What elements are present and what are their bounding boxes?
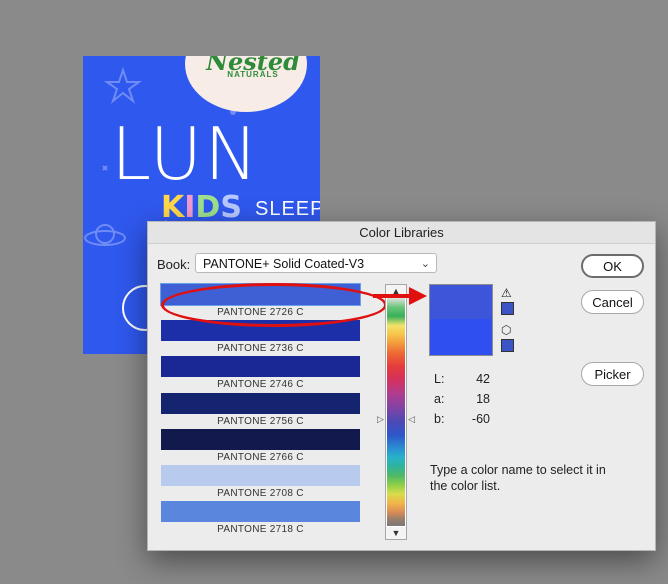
book-select-value: PANTONE+ Solid Coated-V3 — [203, 257, 365, 271]
swatch-item[interactable]: PANTONE 2746 C — [159, 356, 362, 392]
swatch-list[interactable]: PANTONE 2726 C PANTONE 2736 C PANTONE 27… — [159, 283, 387, 540]
swatch-name: PANTONE 2726 C — [217, 307, 304, 318]
spectrum-bar[interactable] — [387, 298, 405, 526]
kids-letter: S — [220, 190, 242, 225]
artwork-kids-text: KIDS — [161, 192, 242, 224]
kids-letter: I — [184, 190, 196, 225]
swatch-item[interactable]: PANTONE 2726 C — [159, 283, 362, 320]
swatch-chip — [161, 356, 360, 377]
swatch-name: PANTONE 2708 C — [217, 488, 304, 499]
new-color-preview — [430, 285, 492, 319]
picker-button[interactable]: Picker — [581, 362, 644, 386]
kids-letter: K — [161, 190, 185, 225]
swatch-chip — [161, 465, 360, 486]
swatch-chip — [160, 283, 361, 306]
dialog-title: Color Libraries — [148, 222, 655, 244]
swatch-name: PANTONE 2766 C — [217, 452, 304, 463]
gamut-warning-swatch[interactable] — [501, 302, 514, 315]
swatch-item[interactable]: PANTONE 2736 C — [159, 320, 362, 356]
web-safe-cube-icon[interactable]: ⬡ — [501, 323, 511, 337]
original-color-preview — [430, 319, 492, 355]
swatch-item[interactable]: PANTONE 2708 C — [159, 465, 362, 501]
swatch-chip — [161, 320, 360, 341]
artwork-title: LUN — [111, 112, 261, 196]
chevron-down-icon: ⌄ — [420, 258, 430, 270]
swatch-item[interactable]: PANTONE 2766 C — [159, 429, 362, 465]
swatch-item[interactable]: PANTONE 2718 C — [159, 501, 362, 537]
lab-b-label: b: — [434, 412, 445, 426]
lab-l-label: L: — [434, 372, 445, 386]
lab-b-value: -60 — [471, 412, 490, 426]
lab-a-label: a: — [434, 392, 445, 406]
kids-letter: D — [195, 190, 221, 225]
swatch-chip — [161, 501, 360, 522]
swatch-name: PANTONE 2756 C — [217, 416, 304, 427]
swatch-name: PANTONE 2746 C — [217, 379, 304, 390]
color-preview — [429, 284, 493, 356]
web-safe-swatch[interactable] — [501, 339, 514, 352]
gamut-warning-icon[interactable]: ⚠ — [501, 286, 512, 300]
ok-button[interactable]: OK — [581, 254, 644, 278]
slider-marker-left-icon[interactable]: ▷ — [377, 414, 384, 425]
lab-l-value: 42 — [476, 372, 490, 386]
slider-marker-right-icon[interactable]: ◁ — [408, 414, 415, 425]
search-hint-text: Type a color name to select it in the co… — [430, 463, 606, 493]
swatch-item[interactable]: PANTONE 2756 C — [159, 393, 362, 429]
red-arrow-icon — [373, 287, 427, 305]
artwork-sleep-text: SLEEP — [255, 198, 320, 220]
book-select[interactable]: PANTONE+ Solid Coated-V3 ⌄ — [195, 253, 437, 273]
color-spectrum-slider[interactable]: ▲ ▼ ▷ ◁ — [377, 284, 415, 540]
brand-logo-subtext: NATURALS — [227, 70, 279, 79]
swatch-name: PANTONE 2718 C — [217, 524, 304, 535]
swatch-chip — [161, 393, 360, 414]
cancel-button[interactable]: Cancel — [581, 290, 644, 314]
scroll-down-button[interactable]: ▼ — [386, 527, 406, 539]
book-label: Book: — [157, 257, 191, 272]
lab-a-value: 18 — [476, 392, 490, 406]
swatch-name: PANTONE 2736 C — [217, 343, 304, 354]
color-libraries-dialog: Color Libraries Book: PANTONE+ Solid Coa… — [147, 221, 656, 551]
swatch-chip — [161, 429, 360, 450]
